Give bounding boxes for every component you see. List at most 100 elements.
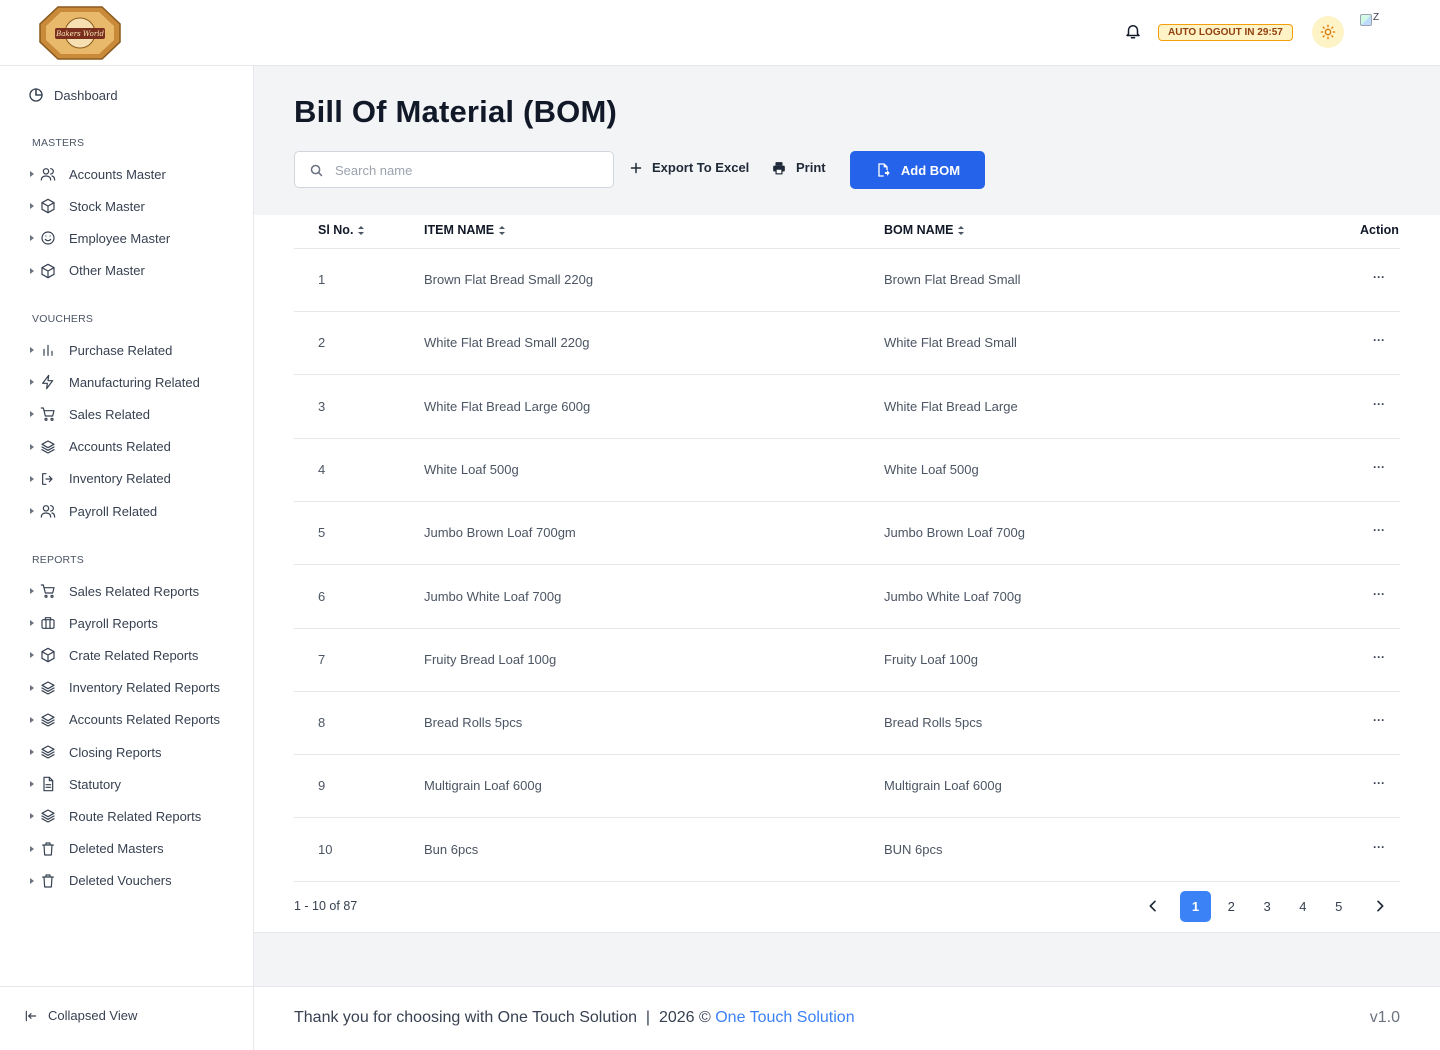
- row-action-menu-button[interactable]: ···: [1373, 650, 1387, 664]
- cell-sl-no: 8: [318, 715, 326, 731]
- sidebar-item[interactable]: Accounts Related: [30, 437, 171, 457]
- layers-icon: [41, 745, 55, 759]
- cell-sl-no: 5: [318, 525, 326, 541]
- page-button[interactable]: 3: [1252, 891, 1283, 922]
- sidebar-item[interactable]: Manufacturing Related: [30, 372, 200, 392]
- table-row: 9 Multigrain Loaf 600g Multigrain Loaf 6…: [294, 755, 1400, 819]
- add-bom-button[interactable]: Add BOM: [850, 151, 985, 189]
- column-header-bom-name[interactable]: BOM NAME: [884, 223, 965, 237]
- page-button[interactable]: 2: [1216, 891, 1247, 922]
- sidebar-item[interactable]: Stock Master: [30, 196, 145, 216]
- row-action-menu-button[interactable]: ···: [1373, 333, 1387, 347]
- sidebar-item[interactable]: Deleted Vouchers: [30, 871, 172, 891]
- user-avatar[interactable]: Z: [1360, 12, 1386, 34]
- bakers-world-logo[interactable]: Bakers World: [36, 4, 124, 62]
- caret-right-icon: [30, 877, 34, 884]
- main-content: Bill Of Material (BOM) Export To Excel P…: [254, 66, 1440, 1050]
- cell-item-name: Multigrain Loaf 600g: [424, 778, 542, 794]
- sidebar-item[interactable]: Accounts Related Reports: [30, 710, 220, 730]
- next-page-button[interactable]: [1372, 898, 1388, 914]
- top-header: Bakers World AUTO LOGOUT IN 29:57 Z: [0, 0, 1440, 66]
- caret-right-icon: [30, 716, 34, 723]
- page-button[interactable]: 4: [1287, 891, 1318, 922]
- cart-icon: [40, 584, 55, 598]
- table-row: 2 White Flat Bread Small 220g White Flat…: [294, 312, 1400, 376]
- auto-logout-badge: AUTO LOGOUT IN 29:57: [1158, 24, 1293, 41]
- caret-right-icon: [30, 813, 34, 820]
- sidebar-item[interactable]: Deleted Masters: [30, 839, 164, 859]
- row-action-menu-button[interactable]: ···: [1373, 840, 1387, 854]
- sidebar-item[interactable]: Inventory Related Reports: [30, 678, 220, 698]
- caret-right-icon: [30, 267, 34, 274]
- cell-item-name: Bread Rolls 5pcs: [424, 715, 523, 731]
- caret-right-icon: [30, 347, 34, 353]
- sidebar-item[interactable]: Purchase Related: [30, 340, 172, 360]
- previous-page-button[interactable]: [1145, 898, 1161, 914]
- row-action-menu-button[interactable]: ···: [1373, 776, 1387, 790]
- cell-bom-name: Multigrain Loaf 600g: [884, 778, 1002, 794]
- user-icon: [40, 505, 56, 518]
- trash-icon: [42, 874, 54, 888]
- sort-icon: [958, 225, 965, 235]
- cell-sl-no: 10: [318, 841, 333, 857]
- cell-bom-name: Jumbo White Loaf 700g: [884, 588, 1022, 604]
- page-button[interactable]: 5: [1323, 891, 1354, 922]
- sidebar-item[interactable]: Payroll Reports: [30, 613, 158, 633]
- sidebar-item[interactable]: Accounts Master: [30, 164, 166, 184]
- user-icon: [40, 168, 56, 181]
- cell-item-name: Bun 6pcs: [424, 841, 479, 857]
- row-action-menu-button[interactable]: ···: [1373, 523, 1387, 537]
- sidebar-item[interactable]: Crate Related Reports: [30, 645, 198, 665]
- bolt-icon: [42, 374, 54, 390]
- print-button[interactable]: Print: [772, 160, 826, 175]
- cell-item-name: Fruity Bread Loaf 100g: [424, 651, 557, 667]
- sidebar-item-dashboard[interactable]: Dashboard: [28, 87, 118, 103]
- table-row: 3 White Flat Bread Large 600g White Flat…: [294, 376, 1400, 439]
- cell-sl-no: 1: [318, 272, 326, 287]
- search-box: [294, 151, 614, 188]
- cell-sl-no: 2: [318, 335, 326, 351]
- theme-toggle-button[interactable]: [1312, 16, 1344, 48]
- caret-right-icon: [30, 620, 34, 627]
- collapsed-view-button[interactable]: Collapsed View: [24, 1008, 137, 1023]
- footer-link[interactable]: One Touch Solution: [715, 1009, 854, 1026]
- search-input[interactable]: [335, 160, 605, 180]
- file-add-icon: [878, 163, 890, 177]
- app-version: v1.0: [1369, 1009, 1400, 1026]
- plus-icon: [630, 162, 642, 173]
- page-button[interactable]: 1: [1180, 891, 1211, 922]
- pie-chart-icon: [29, 88, 43, 102]
- page-header: Bill Of Material (BOM) Export To Excel P…: [254, 66, 1440, 215]
- cell-bom-name: BUN 6pcs: [884, 841, 943, 857]
- cell-sl-no: 4: [318, 461, 326, 477]
- sidebar-item[interactable]: Statutory: [30, 774, 121, 794]
- page-title: Bill Of Material (BOM): [294, 94, 618, 129]
- row-action-menu-button[interactable]: ···: [1373, 397, 1387, 411]
- caret-right-icon: [30, 508, 34, 514]
- column-header-item-name[interactable]: ITEM NAME: [424, 223, 506, 237]
- cell-sl-no: 6: [318, 588, 326, 604]
- row-action-menu-button[interactable]: ···: [1373, 713, 1387, 727]
- sidebar: Dashboard MASTERS Accounts Master Stock …: [0, 66, 254, 1050]
- cart-icon: [40, 407, 55, 422]
- sidebar-item[interactable]: Sales Related Reports: [30, 581, 199, 601]
- sidebar-item[interactable]: Sales Related: [30, 404, 150, 424]
- sidebar-item[interactable]: Closing Reports: [30, 742, 162, 762]
- sidebar-item[interactable]: Payroll Related: [30, 501, 157, 521]
- row-action-menu-button[interactable]: ···: [1373, 270, 1387, 284]
- column-header-sl-no[interactable]: Sl No.: [318, 223, 365, 237]
- sidebar-item[interactable]: Employee Master: [30, 228, 170, 248]
- pagination-range: 1 - 10 of 87: [294, 899, 358, 913]
- sidebar-item[interactable]: Inventory Related: [30, 469, 171, 489]
- row-action-menu-button[interactable]: ···: [1373, 460, 1387, 474]
- table-row: 10 Bun 6pcs BUN 6pcs ···: [294, 819, 1400, 882]
- caret-right-icon: [30, 588, 34, 594]
- row-action-menu-button[interactable]: ···: [1373, 587, 1387, 601]
- sidebar-item[interactable]: Other Master: [30, 261, 145, 281]
- cell-bom-name: White Flat Bread Large: [884, 398, 1018, 414]
- trash-icon: [42, 841, 54, 856]
- notification-bell-icon[interactable]: [1124, 22, 1142, 40]
- export-to-excel-button[interactable]: Export To Excel: [630, 160, 749, 175]
- sidebar-item[interactable]: Route Related Reports: [30, 806, 201, 826]
- caret-right-icon: [30, 443, 34, 450]
